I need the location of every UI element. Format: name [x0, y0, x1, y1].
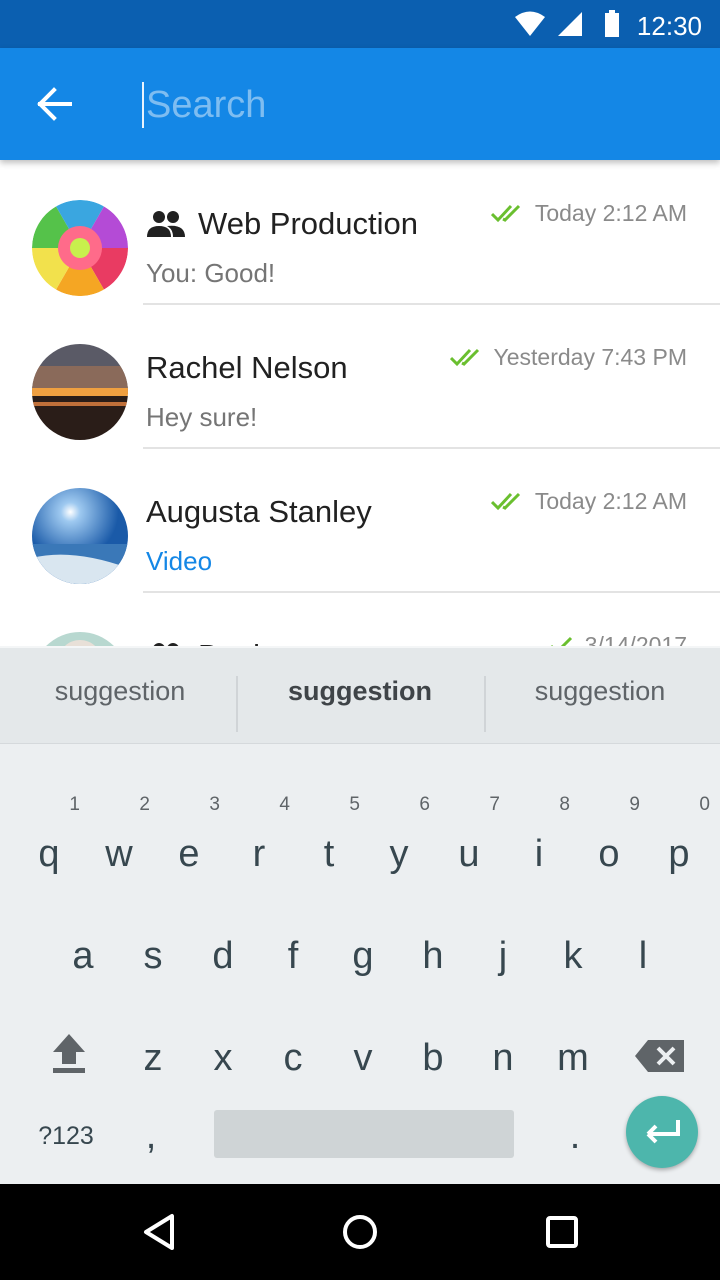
key-u[interactable]: 7u: [434, 794, 504, 906]
conversation-preview: Hey sure!: [146, 402, 258, 432]
conversation-row[interactable]: Design 3/14/2017: [0, 592, 720, 650]
key-y[interactable]: 6y: [364, 794, 434, 906]
key-z[interactable]: z: [118, 1010, 188, 1110]
shift-key[interactable]: [34, 1008, 104, 1108]
key-d[interactable]: d: [188, 908, 258, 1008]
conversation-meta: Today 2:12 AM: [490, 488, 687, 515]
suggestion-left[interactable]: suggestion: [0, 676, 240, 707]
key-f[interactable]: f: [258, 908, 328, 1008]
status-bar: 12:30: [0, 0, 720, 48]
space-key[interactable]: [214, 1110, 514, 1158]
back-triangle-icon: [144, 1214, 174, 1250]
conversation-name: Web Production: [198, 206, 418, 241]
key-e[interactable]: 3e: [154, 794, 224, 906]
conversation-preview-video[interactable]: Video: [146, 546, 212, 577]
conversation-list: Web Production You: Good! Today 2:12 AM …: [0, 160, 720, 650]
arrow-back-icon: [37, 87, 72, 121]
key-g[interactable]: g: [328, 908, 398, 1008]
key-w[interactable]: 2w: [84, 794, 154, 906]
battery-icon: [605, 10, 619, 37]
key-c[interactable]: c: [258, 1010, 328, 1110]
soft-keyboard: suggestion suggestion suggestion 1q 2w 3…: [0, 646, 720, 1184]
avatar: [32, 488, 128, 584]
key-o[interactable]: 9o: [574, 794, 644, 906]
conversation-row[interactable]: Augusta Stanley Video Today 2:12 AM: [0, 448, 720, 593]
conversation-name: Rachel Nelson: [146, 350, 348, 385]
suggestion-separator: [236, 676, 238, 732]
wifi-icon: [515, 11, 545, 36]
double-check-icon: [449, 348, 479, 366]
key-m[interactable]: m: [538, 1010, 608, 1110]
nav-back-button[interactable]: [138, 1210, 182, 1254]
navigation-bar: [0, 1184, 720, 1280]
conversation-time: Yesterday 7:43 PM: [493, 344, 688, 370]
key-h[interactable]: h: [398, 908, 468, 1008]
conversation-meta: Today 2:12 AM: [490, 200, 687, 227]
key-k[interactable]: k: [538, 908, 608, 1008]
conversation-time: Today 2:12 AM: [534, 200, 687, 226]
key-j[interactable]: j: [468, 908, 538, 1008]
status-time: 12:30: [636, 11, 702, 41]
recents-square-icon: [546, 1216, 578, 1248]
backspace-key[interactable]: [626, 1008, 696, 1108]
double-check-icon: [490, 492, 520, 510]
conversation-row[interactable]: Rachel Nelson Hey sure! Yesterday 7:43 P…: [0, 304, 720, 449]
enter-key[interactable]: [626, 1096, 698, 1168]
backspace-icon: [635, 1040, 684, 1072]
avatar: [32, 200, 128, 296]
key-n[interactable]: n: [468, 1010, 538, 1110]
group-icon: [147, 211, 185, 237]
key-r[interactable]: 4r: [224, 794, 294, 906]
key-t[interactable]: 5t: [294, 794, 364, 906]
key-x[interactable]: x: [188, 1010, 258, 1110]
suggestion-right[interactable]: suggestion: [480, 676, 720, 707]
double-check-icon: [490, 204, 520, 222]
home-circle-icon: [343, 1215, 377, 1249]
suggestion-strip: suggestion suggestion suggestion: [0, 646, 720, 744]
conversation-name: Augusta Stanley: [146, 494, 372, 529]
key-s[interactable]: s: [118, 908, 188, 1008]
key-v[interactable]: v: [328, 1010, 398, 1110]
nav-home-button[interactable]: [338, 1210, 382, 1254]
conversation-row[interactable]: Web Production You: Good! Today 2:12 AM: [0, 160, 720, 305]
key-l[interactable]: l: [608, 908, 678, 1008]
conversation-time: Today 2:12 AM: [534, 488, 687, 514]
conversation-preview: You: Good!: [146, 258, 276, 288]
suggestion-center[interactable]: suggestion: [240, 676, 480, 707]
back-button[interactable]: [30, 82, 82, 126]
avatar: [32, 344, 128, 440]
nav-recents-button[interactable]: [540, 1210, 584, 1254]
conversation-meta: Yesterday 7:43 PM: [449, 344, 688, 371]
key-p[interactable]: 0p: [644, 794, 714, 906]
search-input[interactable]: [142, 82, 662, 128]
key-a[interactable]: a: [48, 908, 118, 1008]
app-bar: [0, 48, 720, 160]
signal-icon: [558, 12, 582, 36]
enter-arrow-icon: [646, 1120, 680, 1144]
key-i[interactable]: 8i: [504, 794, 574, 906]
key-q[interactable]: 1q: [14, 794, 84, 906]
shift-icon: [53, 1034, 85, 1073]
key-b[interactable]: b: [398, 1010, 468, 1110]
